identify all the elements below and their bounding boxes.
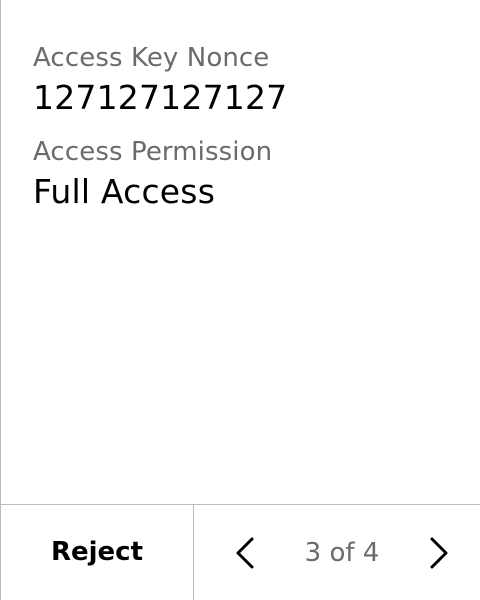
- bottom-action-bar: Reject 3 of 4: [1, 504, 480, 600]
- access-key-nonce-field: Access Key Nonce 127127127127: [33, 40, 456, 120]
- details-list: Access Key Nonce 127127127127 Access Per…: [33, 40, 456, 214]
- chevron-right-icon[interactable]: [424, 533, 454, 573]
- reject-button[interactable]: Reject: [1, 505, 193, 600]
- access-permission-field: Access Permission Full Access: [33, 134, 456, 214]
- field-label: Access Permission: [33, 137, 273, 167]
- field-value: 127127127127: [33, 78, 288, 117]
- pager: 3 of 4: [193, 505, 480, 600]
- transaction-detail-screen: Access Key Nonce 127127127127 Access Per…: [0, 0, 480, 600]
- page-indicator: 3 of 4: [304, 537, 380, 568]
- field-value: Full Access: [33, 172, 216, 211]
- chevron-left-icon[interactable]: [230, 533, 260, 573]
- field-label: Access Key Nonce: [33, 43, 270, 73]
